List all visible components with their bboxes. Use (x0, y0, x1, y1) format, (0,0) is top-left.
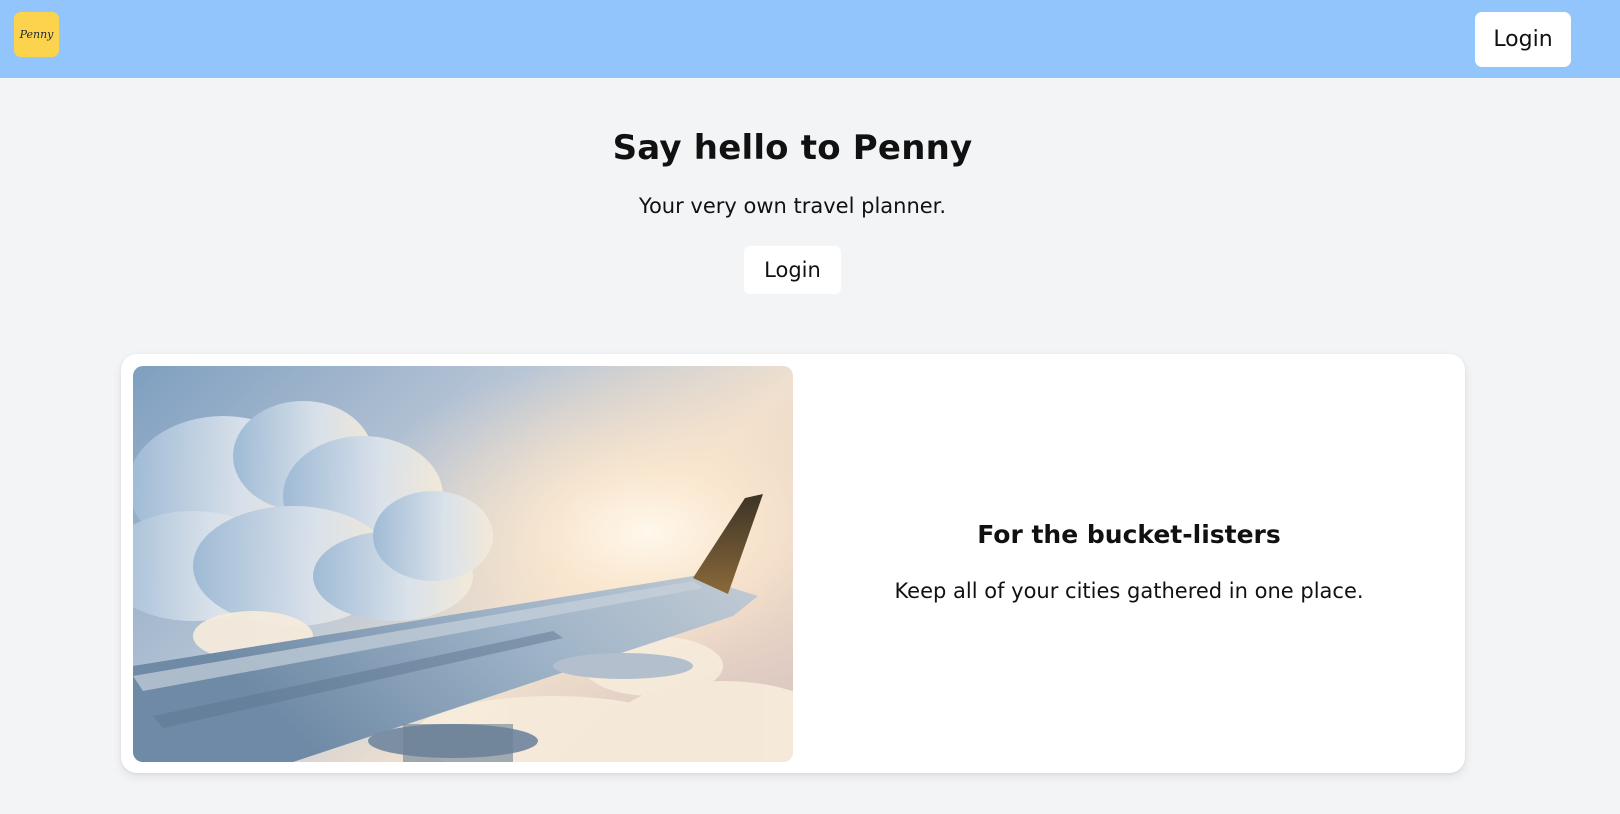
feature-card: For the bucket-listers Keep all of your … (121, 354, 1465, 773)
airplane-wing-illustration (133, 366, 793, 762)
hero-subtitle: Your very own travel planner. (638, 194, 947, 218)
logo-text: Penny (19, 28, 54, 41)
penny-logo[interactable]: Penny (14, 12, 59, 57)
hero-login-button[interactable]: Login (744, 246, 841, 294)
feature-text-block: For the bucket-listers Keep all of your … (793, 354, 1465, 773)
airplane-wing-image (133, 366, 793, 762)
feature-description: Keep all of your cities gathered in one … (894, 579, 1364, 603)
feature-title: For the bucket-listers (977, 520, 1281, 549)
hero-title: Say hello to Penny (612, 128, 973, 168)
navbar-login-button[interactable]: Login (1475, 12, 1571, 67)
top-navbar: Penny Login (0, 0, 1620, 78)
